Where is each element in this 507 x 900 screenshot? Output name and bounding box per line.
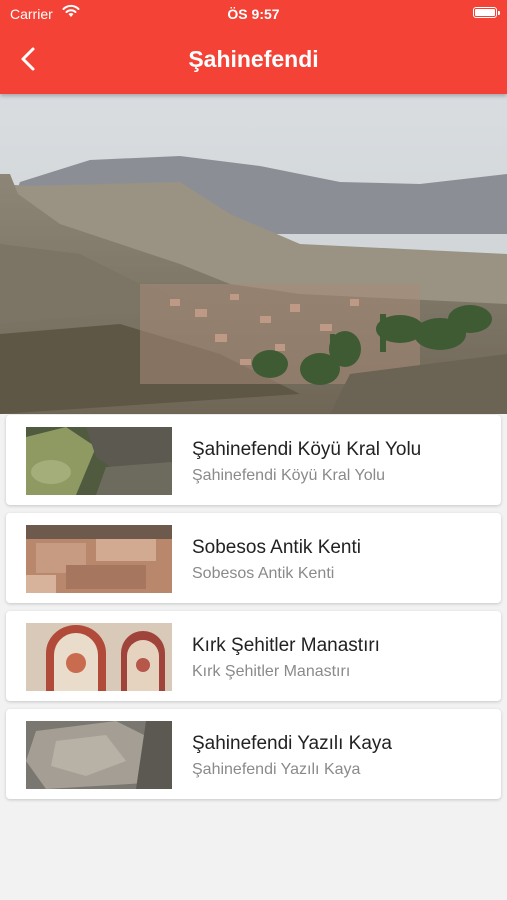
list-item-subtitle: Şahinefendi Yazılı Kaya <box>192 761 361 778</box>
list-item[interactable]: Şahinefendi Köyü Kral Yolu Şahinefendi K… <box>6 415 501 505</box>
list-item[interactable]: Sobesos Antik Kenti Sobesos Antik Kenti <box>6 513 501 603</box>
list-item-thumbnail <box>26 525 172 593</box>
list-item-subtitle: Sobesos Antik Kenti <box>192 565 335 582</box>
list-item-title: Şahinefendi Köyü Kral Yolu <box>192 439 422 460</box>
battery-icon <box>473 7 500 18</box>
list-item-thumbnail <box>26 721 172 789</box>
status-time: ÖS 9:57 <box>227 6 280 22</box>
hero-image <box>0 94 507 414</box>
app-bar: Carrier ÖS 9:57 Şahinefendi <box>0 0 507 94</box>
places-list: Şahinefendi Köyü Kral Yolu Şahinefendi K… <box>6 415 501 807</box>
list-item[interactable]: Kırk Şehitler Manastırı Kırk Şehitler Ma… <box>6 611 501 701</box>
page-title: Şahinefendi <box>188 46 319 72</box>
list-item-thumbnail <box>26 427 172 495</box>
list-item-title: Kırk Şehitler Manastırı <box>192 635 380 656</box>
list-item-subtitle: Şahinefendi Köyü Kral Yolu <box>192 467 386 484</box>
list-item-title: Sobesos Antik Kenti <box>192 537 361 558</box>
list-item-subtitle: Kırk Şehitler Manastırı <box>192 663 351 680</box>
list-item-title: Şahinefendi Yazılı Kaya <box>192 733 392 754</box>
list-item[interactable]: Şahinefendi Yazılı Kaya Şahinefendi Yazı… <box>6 709 501 799</box>
status-bar: Carrier ÖS 9:57 <box>0 0 507 28</box>
list-item-thumbnail <box>26 623 172 691</box>
